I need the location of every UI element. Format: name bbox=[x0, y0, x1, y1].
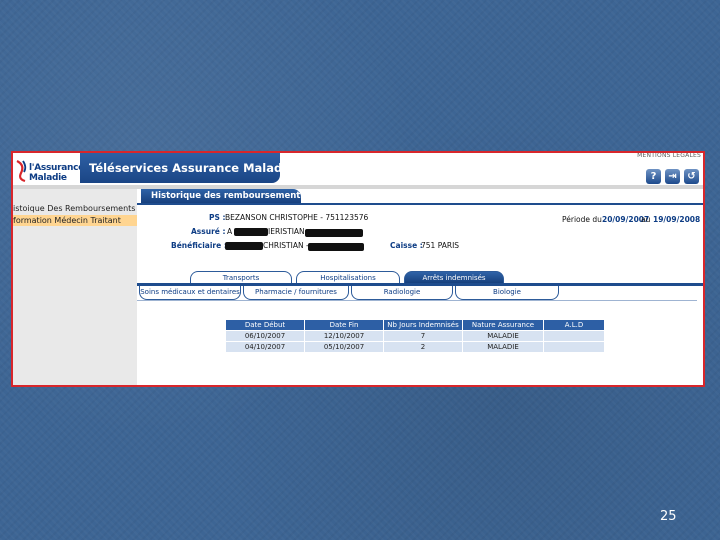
redaction-bar bbox=[308, 243, 364, 251]
help-icon[interactable]: ? bbox=[646, 169, 661, 184]
logo-text-line1: l'Assurance bbox=[29, 163, 84, 173]
beneficiaire-value: CHRISTIAN - bbox=[263, 241, 309, 250]
cell-nb-jours: 2 bbox=[384, 342, 462, 352]
assurance-maladie-logo[interactable]: l'Assurance Maladie bbox=[15, 157, 84, 187]
cell-date-debut: 06/10/2007 bbox=[226, 331, 304, 341]
col-nb-jours: Nb Jours Indemnisés bbox=[384, 320, 462, 330]
redaction-bar bbox=[305, 229, 363, 237]
col-date-fin: Date Fin bbox=[305, 320, 383, 330]
tab-transports[interactable]: Transports bbox=[190, 271, 292, 283]
logo-text-line2: Maladie bbox=[29, 173, 67, 183]
cell-ald bbox=[544, 331, 604, 341]
ps-label: PS : bbox=[209, 213, 226, 222]
section-divider bbox=[137, 203, 703, 205]
tabs-bottom-line bbox=[137, 300, 697, 301]
logo-mark-icon bbox=[16, 160, 27, 183]
beneficiaire-label: Bénéficiaire : bbox=[171, 241, 227, 250]
cell-date-fin: 05/10/2007 bbox=[305, 342, 383, 352]
cell-nature: MALADIE bbox=[463, 331, 543, 341]
back-icon[interactable]: ↺ bbox=[684, 169, 699, 184]
toolbar-icons: ? ⇥ ↺ bbox=[646, 169, 699, 184]
tab-soins-medicaux[interactable]: Soins médicaux et dentaires bbox=[139, 286, 241, 300]
table-row: 06/10/2007 12/10/2007 7 MALADIE bbox=[226, 331, 604, 341]
periode-au: au bbox=[641, 215, 651, 224]
col-ald: A.L.D bbox=[544, 320, 604, 330]
sidebar-item-medecin-traitant[interactable]: formation Médecin Traitant bbox=[13, 215, 137, 226]
section-tab-historique: Historique des remboursements bbox=[141, 189, 305, 203]
exit-icon[interactable]: ⇥ bbox=[665, 169, 680, 184]
periode-to: 19/09/2008 bbox=[653, 215, 701, 224]
tab-hospitalisations[interactable]: Hospitalisations bbox=[296, 271, 400, 283]
table-header-row: Date Début Date Fin Nb Jours Indemnisés … bbox=[226, 320, 604, 330]
tab-pharmacie[interactable]: Pharmacie / fournitures bbox=[243, 286, 349, 300]
assure-value: IERISTIAN - bbox=[268, 227, 310, 236]
assure-label: Assuré : bbox=[191, 227, 226, 236]
cell-ald bbox=[544, 342, 604, 352]
sidebar: istoique Des Remboursements formation Mé… bbox=[13, 189, 137, 385]
caisse-label: Caisse : bbox=[390, 241, 423, 250]
cell-date-debut: 04/10/2007 bbox=[226, 342, 304, 352]
table-row: 04/10/2007 05/10/2007 2 MALADIE bbox=[226, 342, 604, 352]
redaction-bar bbox=[225, 242, 263, 250]
sidebar-item-historique[interactable]: istoique Des Remboursements bbox=[13, 204, 137, 214]
screenshot-frame: MENTIONS LEGALES l'Assurance Maladie Tél… bbox=[11, 151, 705, 387]
periode-label: Période du bbox=[562, 215, 602, 224]
cell-date-fin: 12/10/2007 bbox=[305, 331, 383, 341]
tab-biologie[interactable]: Biologie bbox=[455, 286, 559, 300]
tab-radiologie[interactable]: Radiologie bbox=[351, 286, 453, 300]
redaction-bar bbox=[234, 228, 268, 236]
app-title-banner: Téléservices Assurance Maladie bbox=[80, 153, 294, 183]
assure-value-start: A bbox=[227, 227, 233, 236]
mentions-legales-link[interactable]: MENTIONS LEGALES bbox=[637, 153, 701, 159]
arrets-table: Date Début Date Fin Nb Jours Indemnisés … bbox=[225, 319, 605, 353]
cell-nature: MALADIE bbox=[463, 342, 543, 352]
slide-page-number: 25 bbox=[660, 509, 677, 524]
ps-value: BEZANSON CHRISTOPHE - 751123576 bbox=[225, 213, 369, 222]
cell-nb-jours: 7 bbox=[384, 331, 462, 341]
col-nature-assurance: Nature Assurance bbox=[463, 320, 543, 330]
tab-arrets-indemnises[interactable]: Arrêts indemnisés bbox=[404, 271, 504, 283]
caisse-value: 751 PARIS bbox=[421, 241, 460, 250]
col-date-debut: Date Début bbox=[226, 320, 304, 330]
